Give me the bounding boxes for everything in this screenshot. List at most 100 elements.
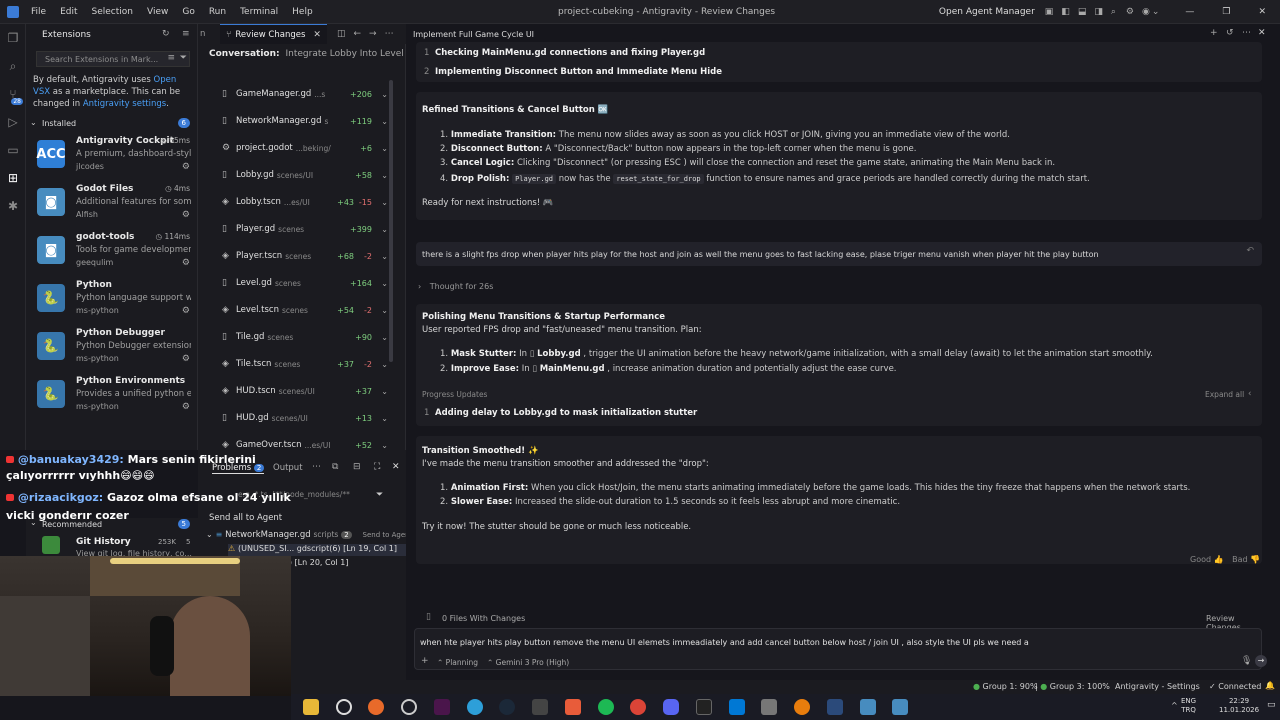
source-control-icon[interactable]: ⑂ 28 <box>0 80 26 108</box>
menu-edit[interactable]: Edit <box>53 7 84 17</box>
godot-icon[interactable] <box>892 699 908 715</box>
extension-item[interactable]: ACC Antigravity Cockpit ◷ 65ms A premium, d… <box>26 134 198 182</box>
changed-file-row[interactable]: ▯ Player.gd scenes +399 ⌄ <box>222 219 388 239</box>
chevron-down-icon[interactable]: ⌄ <box>381 414 388 423</box>
funnel-icon[interactable]: ⏷ <box>180 53 187 63</box>
settings-status[interactable]: Antigravity - Settings <box>1115 682 1200 691</box>
language-indicator[interactable]: ENG TRQ <box>1181 697 1196 715</box>
group1-status[interactable]: ● Group 1: 90% <box>973 682 1038 691</box>
mode-selector[interactable]: ⌃ Planning <box>437 658 478 667</box>
extension-item[interactable]: 🐍 Python Python language support wi... ms-p… <box>26 278 198 326</box>
back-arrow-icon[interactable]: ← <box>353 29 361 39</box>
send-to-agent-button[interactable]: Send to Agen <box>363 531 410 539</box>
forward-arrow-icon[interactable]: → <box>369 29 377 39</box>
obs-icon[interactable] <box>401 699 417 715</box>
microphone-icon[interactable]: 🎙 <box>1241 656 1252 666</box>
app-icon[interactable] <box>565 699 581 715</box>
model-selector[interactable]: ⌃ Gemini 3 Pro (High) <box>487 658 569 667</box>
manage-gear-icon[interactable]: ⚙ <box>182 162 190 172</box>
git-history-item[interactable]: Git History 253K 5 View git log, file hi… <box>26 532 198 558</box>
chevron-down-icon[interactable]: ⌄ <box>381 279 388 288</box>
changed-file-row[interactable]: ◈ Tile.tscn scenes +37 -2 ⌄ <box>222 354 388 374</box>
chevron-down-icon[interactable]: ⌄ <box>381 117 388 126</box>
menu-selection[interactable]: Selection <box>85 7 140 17</box>
expand-all-button[interactable]: Expand all <box>1205 390 1244 399</box>
open-agent-manager-button[interactable]: Open Agent Manager <box>939 7 1035 17</box>
antigravity-icon[interactable] <box>827 699 843 715</box>
panel-right-icon[interactable]: ◨ <box>1094 7 1103 17</box>
chevron-down-icon[interactable]: ⌄ <box>381 144 388 153</box>
chat-input-box[interactable]: when hte player hits play button remove … <box>414 628 1267 670</box>
extension-item[interactable]: 🐍 Python Environments Provides a unified p… <box>26 374 198 422</box>
copy-icon[interactable]: ⧉ <box>332 462 338 472</box>
agent-icon[interactable]: ✱ <box>0 192 26 220</box>
chevron-down-icon[interactable]: ⌄ <box>381 225 388 234</box>
collapse-icon[interactable]: ⊟ <box>353 462 361 472</box>
remote-icon[interactable]: ▭ <box>0 136 26 164</box>
chevron-down-icon[interactable]: ⌄ <box>381 252 388 261</box>
changed-file-row[interactable]: ▯ Lobby.gd scenes/UI +58 ⌄ <box>222 165 388 185</box>
godot-icon[interactable] <box>860 699 876 715</box>
more-icon[interactable]: ⋯ <box>312 462 321 472</box>
layout-icon[interactable]: ▣ <box>1045 7 1054 17</box>
tab-output[interactable]: Output <box>273 463 303 473</box>
search-icon[interactable]: ⌕ <box>1111 7 1116 17</box>
installed-section-header[interactable]: ⌄ Installed 6 <box>26 118 198 131</box>
more-icon[interactable]: ⋯ <box>385 29 394 39</box>
panel-bottom-icon[interactable]: ⬓ <box>1078 7 1087 17</box>
close-panel-icon[interactable]: ✕ <box>392 462 400 472</box>
antigravity-settings-link[interactable]: Antigravity settings <box>83 99 166 109</box>
manage-gear-icon[interactable]: ⚙ <box>182 354 190 364</box>
changed-file-row[interactable]: ◈ Level.tscn scenes +54 -2 ⌄ <box>222 300 388 320</box>
manage-gear-icon[interactable]: ⚙ <box>182 306 190 316</box>
chevron-down-icon[interactable]: ⌄ <box>381 306 388 315</box>
refresh-icon[interactable]: ↻ <box>162 29 170 39</box>
filter-icon[interactable]: ≡ <box>167 53 175 63</box>
app-icon[interactable] <box>761 699 777 715</box>
tab-partial[interactable]: n <box>200 29 220 39</box>
send-icon[interactable]: → <box>1255 655 1267 667</box>
chevron-down-icon[interactable]: ⌄ <box>381 441 388 450</box>
changed-file-row[interactable]: ◈ Player.tscn scenes +68 -2 ⌄ <box>222 246 388 266</box>
thought-toggle[interactable]: › Thought for 26s <box>418 282 493 291</box>
chevron-down-icon[interactable]: ⌄ <box>381 171 388 180</box>
minimize-icon[interactable]: — <box>1185 7 1194 17</box>
changed-file-row[interactable]: ▯ GameManager.gd ...s +206 ⌄ <box>222 84 388 104</box>
chevron-down-icon[interactable]: ⌄ <box>381 198 388 207</box>
menu-go[interactable]: Go <box>175 7 201 17</box>
steam-icon[interactable] <box>499 699 515 715</box>
file-link[interactable]: MainMenu.gd <box>540 364 605 374</box>
chevron-down-icon[interactable]: ⌄ <box>1152 7 1160 17</box>
more-icon[interactable]: ⋯ <box>1242 28 1251 38</box>
problem-issue-row[interactable]: ⚠ (UNUSED_SI... gdscript(6) [Ln 19, Col … <box>228 544 406 556</box>
thumbs-down-icon[interactable]: 👎 <box>1250 555 1260 564</box>
extension-item[interactable]: ◙ godot-tools ◷ 114ms Tools for game develo… <box>26 230 198 278</box>
vscode-icon[interactable] <box>729 699 745 715</box>
close-window-icon[interactable]: ✕ <box>1258 7 1266 17</box>
add-context-icon[interactable]: + <box>421 656 429 666</box>
changed-file-row[interactable]: ◈ HUD.tscn scenes/UI +37 ⌄ <box>222 381 388 401</box>
bell-icon[interactable]: 🔔 <box>1265 681 1275 690</box>
group3-status[interactable]: | ● Group 3: 100% <box>1035 682 1110 691</box>
file-link[interactable]: Lobby.gd <box>537 349 581 359</box>
menu-run[interactable]: Run <box>202 7 233 17</box>
menu-file[interactable]: File <box>24 7 53 17</box>
problem-file-row[interactable]: ⌄ ≡ NetworkManager.gd scripts 2 Send to … <box>206 530 410 542</box>
close-chat-icon[interactable]: ✕ <box>1258 28 1266 38</box>
menu-help[interactable]: Help <box>285 7 320 17</box>
clock-display[interactable]: 22:29 11.01.2026 <box>1219 697 1259 715</box>
extensions-icon[interactable]: ⊞ <box>0 164 26 192</box>
chat-input-text[interactable]: when hte player hits play button remove … <box>420 638 1029 647</box>
file-explorer-icon[interactable] <box>303 699 319 715</box>
close-tab-icon[interactable]: ✕ <box>313 30 321 40</box>
changed-file-row[interactable]: ▯ NetworkManager.gd s +119 ⌄ <box>222 111 388 131</box>
manage-gear-icon[interactable]: ⚙ <box>182 402 190 412</box>
firefox-icon[interactable] <box>368 699 384 715</box>
changed-file-row[interactable]: ◈ Lobby.tscn ...es/UI +43 -15 ⌄ <box>222 192 388 212</box>
slack-icon[interactable] <box>434 699 450 715</box>
chevron-down-icon[interactable]: ⌄ <box>381 333 388 342</box>
thumbs-up-icon[interactable]: 👍 <box>1214 555 1224 564</box>
changed-file-row[interactable]: ▯ Level.gd scenes +164 ⌄ <box>222 273 388 293</box>
blender-icon[interactable] <box>794 699 810 715</box>
changed-file-row[interactable]: ▯ HUD.gd scenes/UI +13 ⌄ <box>222 408 388 428</box>
